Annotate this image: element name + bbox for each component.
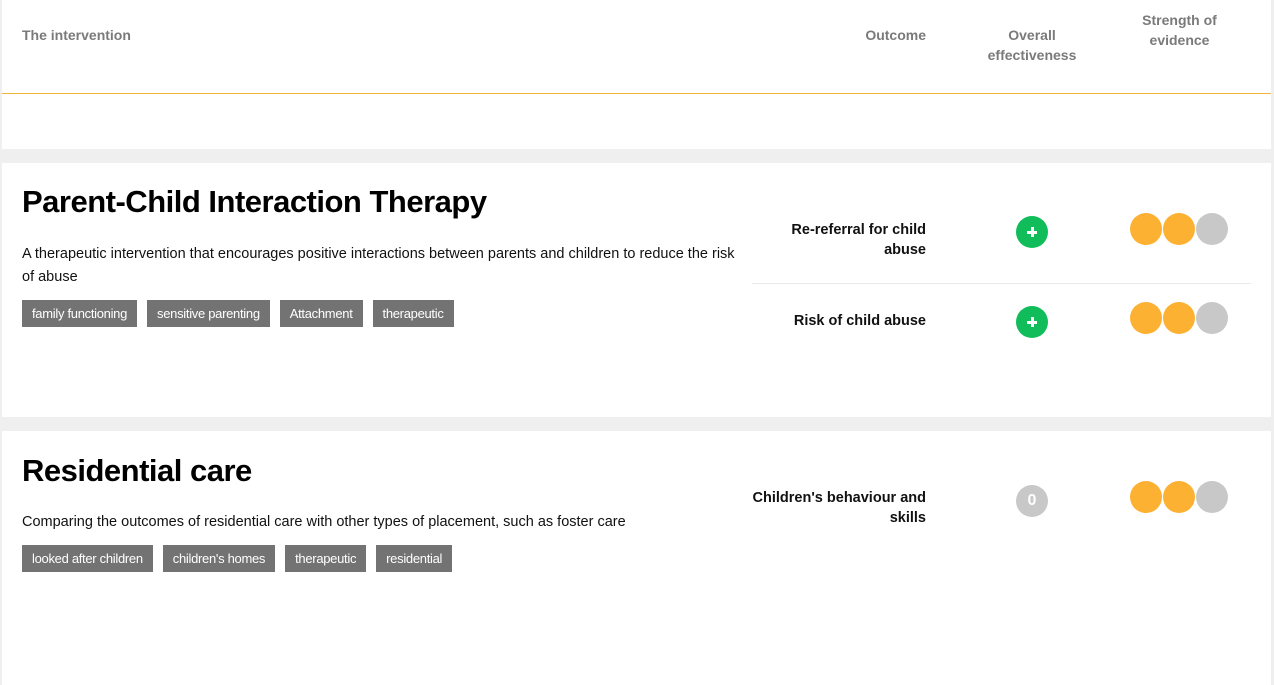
tag-list: family functioning sensitive parenting A… xyxy=(22,300,454,327)
tag[interactable]: Attachment xyxy=(279,300,363,327)
tag[interactable]: sensitive parenting xyxy=(147,300,270,327)
evidence-dot-empty xyxy=(1196,481,1228,513)
intervention-description: A therapeutic intervention that encourag… xyxy=(22,246,735,285)
tag[interactable]: therapeutic xyxy=(372,300,454,327)
evidence-dot-filled xyxy=(1163,481,1195,513)
evidence-dot-empty xyxy=(1196,302,1228,334)
intervention-title[interactable]: Residential care xyxy=(22,453,252,489)
strength-rating xyxy=(1130,481,1229,513)
evidence-dot-filled xyxy=(1130,481,1162,513)
plus-icon xyxy=(1027,317,1037,327)
tag[interactable]: looked after children xyxy=(22,545,153,572)
outcome-label: Children's behaviour and skills xyxy=(752,490,926,526)
evidence-dot-filled xyxy=(1163,213,1195,245)
outcome-row: Risk of child abuse xyxy=(752,283,1251,363)
outcome-label: Re-referral for child abuse xyxy=(791,222,926,258)
effectiveness-badge-neutral: 0 xyxy=(1016,485,1048,517)
tag[interactable]: family functioning xyxy=(22,300,138,327)
effectiveness-badge-positive xyxy=(1016,306,1048,338)
column-header-effectiveness: Overall effectiveness xyxy=(987,27,1077,63)
column-header-intervention: The intervention xyxy=(22,27,131,43)
table-header-panel: The intervention Outcome Overall effecti… xyxy=(2,0,1271,149)
outcome-row: Re-referral for child abuse xyxy=(752,203,1251,283)
evidence-dot-filled xyxy=(1163,302,1195,334)
intervention-title[interactable]: Parent-Child Interaction Therapy xyxy=(22,184,487,220)
column-header-strength: Strength of evidence xyxy=(1142,12,1217,48)
tag[interactable]: residential xyxy=(376,545,453,572)
intervention-card: Parent-Child Interaction Therapy A thera… xyxy=(2,163,1271,417)
evidence-dot-filled xyxy=(1130,213,1162,245)
column-header-row: The intervention Outcome Overall effecti… xyxy=(2,0,1271,94)
effectiveness-badge-positive xyxy=(1016,216,1048,248)
tag[interactable]: therapeutic xyxy=(285,545,367,572)
intervention-card: Residential care Comparing the outcomes … xyxy=(2,431,1271,685)
strength-rating xyxy=(1130,213,1229,245)
evidence-dot-empty xyxy=(1196,213,1228,245)
outcome-row: Children's behaviour and skills 0 xyxy=(752,471,1251,551)
outcome-list: Children's behaviour and skills 0 xyxy=(752,471,1251,551)
column-header-outcome: Outcome xyxy=(865,27,926,43)
strength-rating xyxy=(1130,302,1229,334)
plus-icon xyxy=(1027,227,1037,237)
outcome-list: Re-referral for child abuse Risk of chil… xyxy=(752,203,1251,363)
tag[interactable]: children's homes xyxy=(162,545,276,572)
intervention-description: Comparing the outcomes of residential ca… xyxy=(22,514,626,530)
tag-list: looked after children children's homes t… xyxy=(22,545,453,572)
evidence-dot-filled xyxy=(1130,302,1162,334)
outcome-label: Risk of child abuse xyxy=(793,313,926,329)
